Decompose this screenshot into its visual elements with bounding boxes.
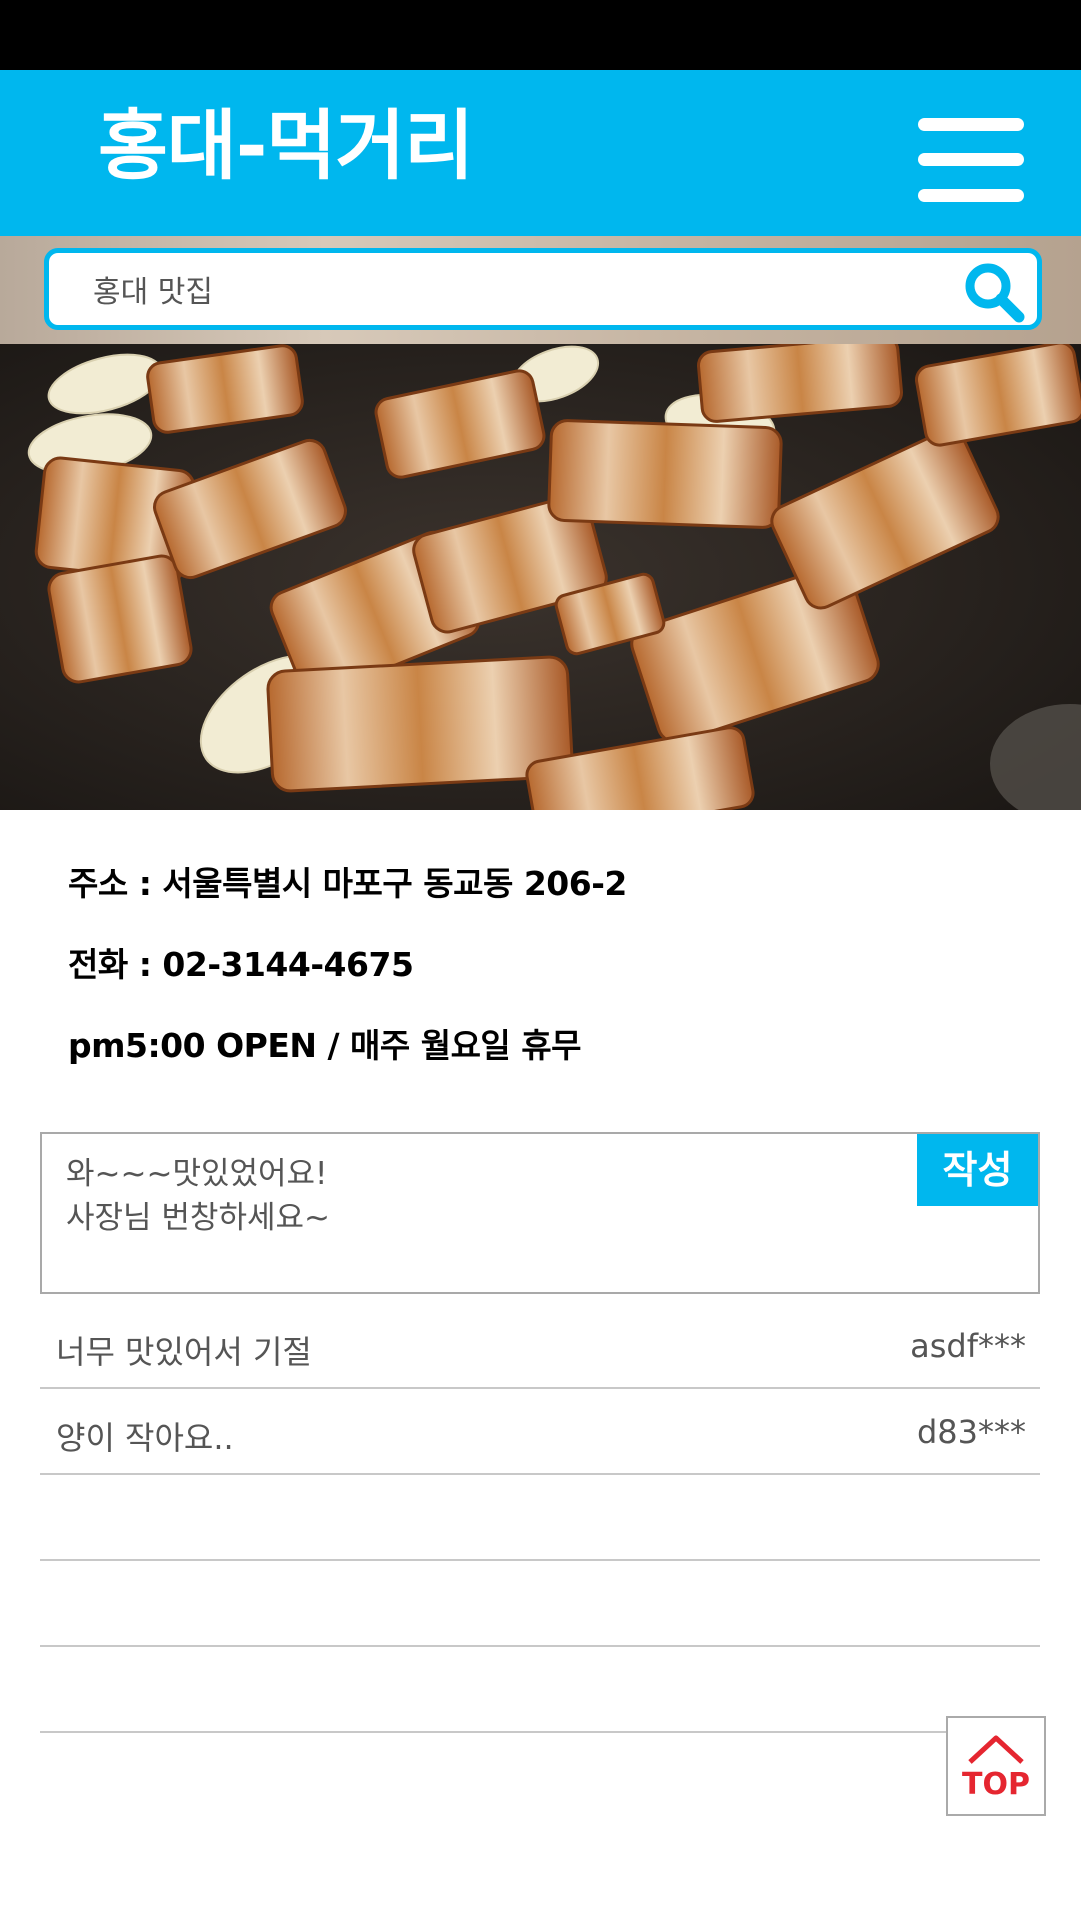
- review-user: d83***: [916, 1413, 1026, 1451]
- food-photo: [0, 344, 1081, 810]
- review-row: 너무 맛있어서 기절 asdf***: [40, 1301, 1040, 1389]
- review-user: asdf***: [910, 1327, 1026, 1365]
- review-text: 너무 맛있어서 기절: [56, 1333, 312, 1371]
- review-row: 양이 작아요.. d83***: [40, 1387, 1040, 1475]
- review-row: [40, 1645, 1040, 1733]
- review-row: [40, 1559, 1040, 1647]
- review-row: [40, 1473, 1040, 1561]
- search-box: [44, 248, 1042, 330]
- up-arrow-icon: [968, 1735, 1024, 1764]
- address-text: 주소 : 서울특별시 마포구 동교동 206-2: [68, 864, 627, 903]
- phone-text: 전화 : 02-3144-4675: [68, 945, 414, 984]
- app-title: 홍대-먹거리: [98, 101, 474, 190]
- hours-text: pm5:00 OPEN / 매주 월요일 휴무: [68, 1026, 582, 1065]
- review-text: 양이 작아요..: [56, 1419, 234, 1457]
- status-bar: [0, 0, 1081, 70]
- hamburger-menu-icon[interactable]: [918, 118, 1024, 202]
- scroll-top-button[interactable]: TOP: [946, 1716, 1046, 1816]
- top-label: TOP: [962, 1767, 1030, 1802]
- search-icon[interactable]: [961, 259, 1027, 325]
- search-input[interactable]: [93, 253, 953, 325]
- app-header: 홍대-먹거리: [0, 70, 1081, 236]
- search-bar: [0, 236, 1081, 344]
- submit-comment-button[interactable]: 작성: [917, 1134, 1038, 1206]
- comment-input[interactable]: 와~~~맛있었어요! 사장님 번창하세요~: [66, 1152, 726, 1272]
- comment-box: 와~~~맛있었어요! 사장님 번창하세요~ 작성: [40, 1132, 1040, 1294]
